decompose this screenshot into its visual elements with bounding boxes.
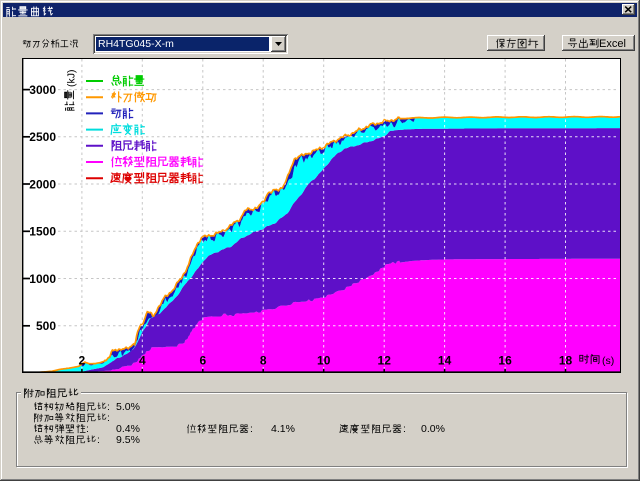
svg-text:1500: 1500 bbox=[29, 225, 56, 239]
svg-text:2000: 2000 bbox=[29, 177, 56, 191]
svg-text:(kJ): (kJ) bbox=[66, 70, 78, 88]
svg-text:12: 12 bbox=[378, 354, 392, 368]
svg-text:1000: 1000 bbox=[29, 272, 56, 286]
svg-text:(s): (s) bbox=[602, 355, 614, 367]
svg-text:18: 18 bbox=[559, 354, 573, 368]
svg-text:500: 500 bbox=[36, 319, 56, 333]
svg-text:2500: 2500 bbox=[29, 130, 56, 144]
svg-text:10: 10 bbox=[317, 354, 331, 368]
svg-text:14: 14 bbox=[438, 354, 452, 368]
svg-text:16: 16 bbox=[498, 354, 512, 368]
svg-text:8: 8 bbox=[260, 354, 267, 368]
svg-text:2: 2 bbox=[79, 354, 86, 368]
svg-text:4: 4 bbox=[139, 354, 146, 368]
svg-text:3000: 3000 bbox=[29, 83, 56, 97]
svg-text:6: 6 bbox=[199, 354, 206, 368]
